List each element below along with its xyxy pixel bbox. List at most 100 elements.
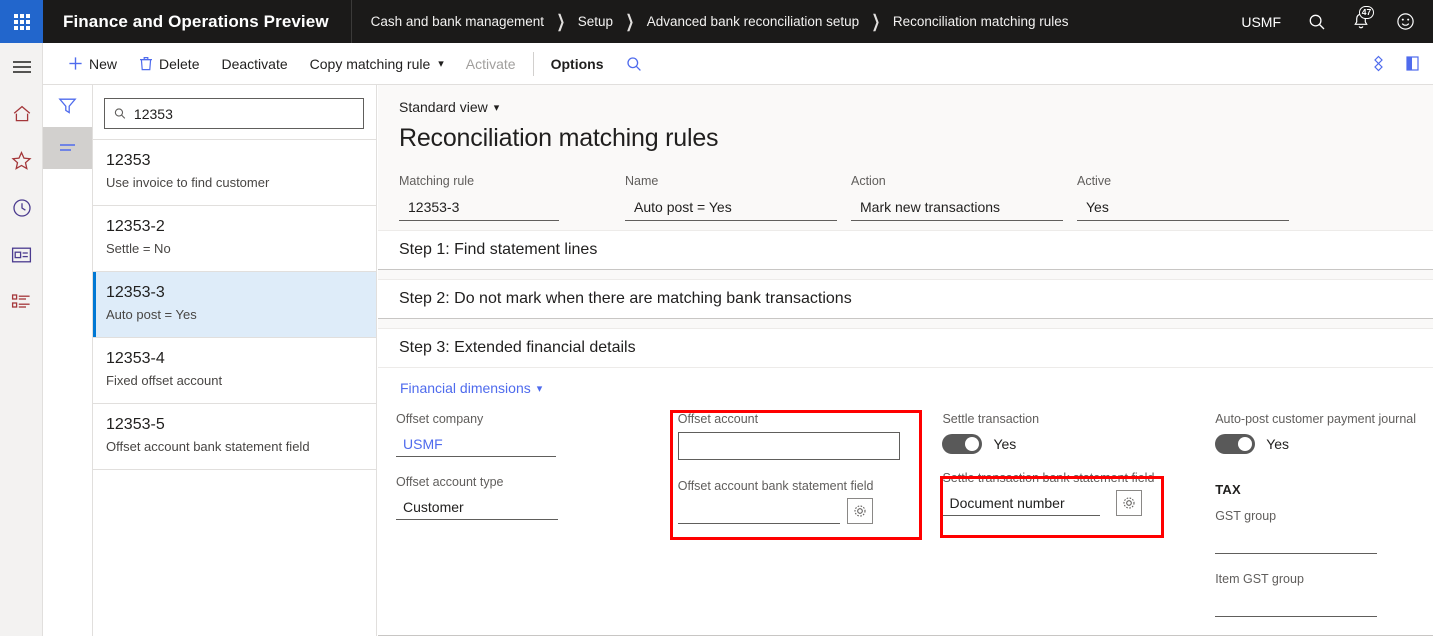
step-3-section-header[interactable]: Step 3: Extended financial details xyxy=(378,328,1433,368)
filter-pane-tab[interactable] xyxy=(43,85,92,127)
search-icon[interactable] xyxy=(1295,0,1339,43)
view-selector[interactable]: Standard view ▾ xyxy=(399,99,499,115)
breadcrumb: Cash and bank management ❯ Setup ❯ Advan… xyxy=(352,13,1069,30)
step-title: Step 3: Extended financial details xyxy=(399,339,636,357)
clock-icon[interactable] xyxy=(0,184,43,231)
search-box[interactable] xyxy=(104,98,364,129)
field-value[interactable] xyxy=(1215,591,1377,617)
attach-icon[interactable] xyxy=(1395,47,1429,81)
field-label: Item GST group xyxy=(1215,571,1433,588)
field-value[interactable]: Mark new transactions xyxy=(851,194,1063,221)
command-bar: New Delete Deactivate Copy matching rule… xyxy=(43,43,1433,85)
list-search-wrapper xyxy=(93,85,376,139)
field-offset-account-bank-statement-field: Offset account bank statement field xyxy=(678,478,932,524)
command-bar-right-actions xyxy=(1361,47,1433,81)
top-navigation-bar: Finance and Operations Preview Cash and … xyxy=(0,0,1433,43)
notification-count-badge: 47 xyxy=(1359,6,1374,19)
modules-list-icon[interactable] xyxy=(0,278,43,325)
gear-icon[interactable] xyxy=(847,498,873,524)
page-header: Standard view ▾ Reconciliation matching … xyxy=(378,85,1433,221)
financial-dimensions-link[interactable]: Financial dimensions ▾ xyxy=(400,380,542,396)
bell-icon[interactable]: 47 xyxy=(1339,0,1383,43)
new-button[interactable]: New xyxy=(57,48,128,80)
search-icon xyxy=(114,107,126,120)
command-search-icon[interactable] xyxy=(615,48,653,80)
field-auto-post-customer-payment-journal: Auto-post customer payment journal Yes xyxy=(1215,411,1433,454)
field-label: Action xyxy=(851,173,1077,189)
breadcrumb-item-2[interactable]: Advanced bank reconciliation setup xyxy=(647,14,859,29)
gear-icon[interactable] xyxy=(1116,490,1142,516)
list-pane: 12353 Use invoice to find customer 12353… xyxy=(93,85,377,636)
step-1-section-header[interactable]: Step 1: Find statement lines xyxy=(378,230,1433,270)
deactivate-button[interactable]: Deactivate xyxy=(210,48,298,80)
field-label: Matching rule xyxy=(399,173,625,189)
step-2-section-header[interactable]: Step 2: Do not mark when there are match… xyxy=(378,279,1433,319)
delete-button[interactable]: Delete xyxy=(128,48,210,80)
header-fields: Matching rule 12353-3 Name Auto post = Y… xyxy=(399,173,1433,221)
list-item[interactable]: 12353-4 Fixed offset account xyxy=(93,337,376,403)
command-bar-separator xyxy=(533,52,534,76)
main-content: Standard view ▾ Reconciliation matching … xyxy=(378,85,1433,636)
field-value[interactable]: Customer xyxy=(396,494,558,520)
step-3-body: Financial dimensions ▾ Offset company US… xyxy=(378,368,1433,636)
field-item-gst-group: Item GST group xyxy=(1215,571,1433,617)
activate-button: Activate xyxy=(455,48,527,80)
field-value[interactable]: Yes xyxy=(1077,194,1289,221)
field-value[interactable] xyxy=(1215,528,1377,554)
list-item[interactable]: 12353-2 Settle = No xyxy=(93,205,376,271)
offset-account-input[interactable] xyxy=(678,432,900,460)
home-icon[interactable] xyxy=(0,90,43,137)
settle-transaction-toggle[interactable] xyxy=(942,434,982,454)
field-value[interactable]: USMF xyxy=(396,431,556,457)
list-item[interactable]: 12353 Use invoice to find customer xyxy=(93,139,376,205)
field-matching-rule: Matching rule 12353-3 xyxy=(399,173,625,221)
smiley-icon[interactable] xyxy=(1383,0,1427,43)
options-button-label: Options xyxy=(551,56,604,72)
list-item-subtitle: Use invoice to find customer xyxy=(106,173,363,192)
field-value[interactable] xyxy=(678,498,840,524)
topbar-right-actions: USMF 47 xyxy=(1227,0,1433,43)
step-title: Step 2: Do not mark when there are match… xyxy=(399,290,852,308)
hamburger-menu-icon[interactable] xyxy=(0,43,43,90)
list-item-title: 12353-5 xyxy=(106,414,363,435)
field-value[interactable]: 12353-3 xyxy=(399,194,559,221)
chevron-right-icon: ❯ xyxy=(557,11,565,32)
workspace-icon[interactable] xyxy=(0,231,43,278)
delete-button-label: Delete xyxy=(159,56,199,72)
list-item-subtitle: Auto post = Yes xyxy=(106,305,363,324)
breadcrumb-item-1[interactable]: Setup xyxy=(578,14,613,29)
page-title: Reconciliation matching rules xyxy=(399,124,1433,153)
company-code[interactable]: USMF xyxy=(1227,14,1295,30)
breadcrumb-item-3[interactable]: Reconciliation matching rules xyxy=(893,14,1069,29)
share-icon[interactable] xyxy=(1361,47,1395,81)
copy-matching-rule-button[interactable]: Copy matching rule ▾ xyxy=(299,48,455,80)
field-gst-group: GST group xyxy=(1215,508,1433,554)
app-launcher-icon[interactable] xyxy=(0,0,43,43)
tax-section-heading: TAX xyxy=(1215,482,1433,497)
new-button-label: New xyxy=(89,56,117,72)
list-pane-tab[interactable] xyxy=(43,127,92,169)
copy-matching-rule-label: Copy matching rule xyxy=(310,56,431,72)
left-navigation-rail xyxy=(0,43,43,636)
field-value[interactable]: Document number xyxy=(942,490,1100,516)
toggle-knob xyxy=(965,437,979,451)
list-item[interactable]: 12353-5 Offset account bank statement fi… xyxy=(93,403,376,469)
deactivate-button-label: Deactivate xyxy=(221,56,287,72)
auto-post-toggle[interactable] xyxy=(1215,434,1255,454)
field-value[interactable]: Auto post = Yes xyxy=(625,194,837,221)
view-selector-label: Standard view xyxy=(399,99,488,115)
options-button[interactable]: Options xyxy=(540,48,615,80)
search-input[interactable] xyxy=(134,106,354,122)
financial-dimensions-label: Financial dimensions xyxy=(400,380,531,396)
field-label: Offset account bank statement field xyxy=(678,478,932,495)
breadcrumb-item-0[interactable]: Cash and bank management xyxy=(371,14,544,29)
list-item-title: 12353-3 xyxy=(106,282,363,303)
field-active: Active Yes xyxy=(1077,173,1303,221)
chevron-right-icon: ❯ xyxy=(626,11,634,32)
chevron-down-icon: ▾ xyxy=(438,57,444,70)
chevron-right-icon: ❯ xyxy=(872,11,880,32)
star-icon[interactable] xyxy=(0,137,43,184)
list-item-selected[interactable]: 12353-3 Auto post = Yes xyxy=(93,271,376,337)
field-label: GST group xyxy=(1215,508,1433,525)
chevron-down-icon: ▾ xyxy=(494,101,500,114)
